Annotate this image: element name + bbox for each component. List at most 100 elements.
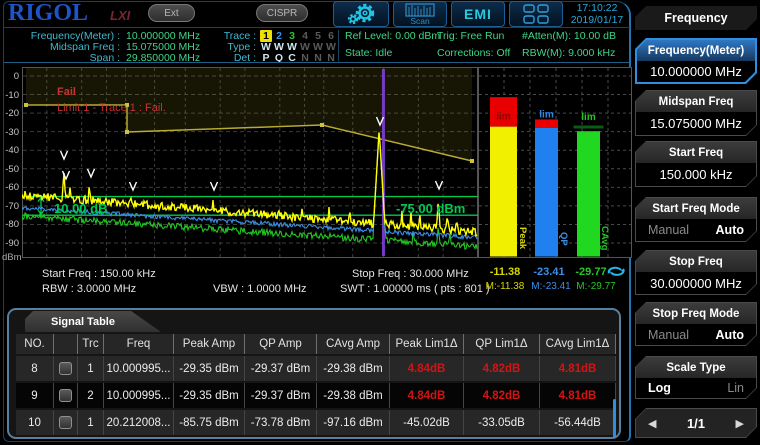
table-cell: 10.000995... (104, 356, 174, 381)
table-header-cell: Peak Amp (174, 334, 245, 354)
emi-analyzer-screen: RIGOL LXI Ext CISPR Scan EMI 17:10:22 20… (0, 0, 760, 445)
table-header-cell (54, 334, 78, 354)
annot-stop-freq: Stop Freq : 30.000 MHz (352, 268, 469, 280)
pager-prev-icon[interactable]: ◀ (648, 417, 656, 430)
menu-stop-freq-mode-label: Stop Freq Mode (636, 303, 756, 324)
menu-midspan-freq[interactable]: Midspan Freq 15.075000 MHz (635, 90, 757, 136)
y-tick-label: -70 (5, 200, 19, 212)
settings-button[interactable] (333, 1, 389, 27)
option-log[interactable]: Log (648, 381, 671, 395)
table-cell-checkbox[interactable] (54, 356, 78, 381)
row-checkbox[interactable] (59, 416, 72, 429)
option-manual[interactable]: Manual (648, 328, 689, 342)
table-cell: -29.35 dBm (174, 383, 245, 408)
table-scrollbar[interactable] (613, 399, 616, 438)
menu-stop-freq-mode[interactable]: Stop Freq Mode Manual Auto (635, 302, 757, 346)
table-header-cell: Trc (78, 334, 104, 354)
y-tick-label: -90 (5, 237, 19, 249)
menu-midspan-freq-label: Midspan Freq (636, 91, 756, 112)
svg-text:lim: lim (539, 109, 554, 120)
option-manual[interactable]: Manual (648, 223, 689, 237)
svg-text:lim: lim (581, 112, 596, 123)
lxi-badge: LXI (110, 8, 131, 23)
menu-title: Frequency (635, 6, 757, 30)
svg-text:Fail: Fail (57, 86, 76, 98)
table-row-9[interactable]: 9 2 10.000995... -29.35 dBm -29.37 dBm -29.38… (16, 383, 616, 408)
table-cell-checkbox[interactable] (54, 410, 78, 435)
row-checkbox[interactable] (59, 389, 72, 402)
table-cell: 4.84dB (390, 383, 464, 408)
option-lin[interactable]: Lin (727, 381, 744, 395)
signal-table-tab[interactable]: Signal Table (25, 311, 161, 332)
menu-start-freq-value: 150.000 kHz (659, 167, 733, 182)
clock-date: 2019/01/17 (570, 14, 624, 26)
emi-mode-button[interactable]: EMI (451, 1, 505, 27)
menu-start-freq-mode[interactable]: Start Freq Mode Manual Auto (635, 197, 757, 242)
pager-next-icon[interactable]: ▶ (736, 417, 744, 430)
cispr-button[interactable]: CISPR (256, 4, 308, 22)
window-layout-icon (523, 4, 549, 24)
window-layout-button[interactable] (509, 1, 563, 27)
table-cell: -29.35 dBm (174, 356, 245, 381)
scan-button[interactable]: Scan (393, 1, 447, 27)
table-cell: 1 (78, 356, 104, 381)
table-cell: -45.02dB (390, 410, 464, 435)
annot-start-freq: Start Freq : 150.00 kHz (42, 268, 156, 280)
table-cell-checkbox[interactable] (54, 383, 78, 408)
menu-frequency-meter-value: 10.000000 MHz (650, 64, 742, 79)
y-tick-label: 0 (13, 71, 19, 82)
table-header-cell: Peak Lim1Δ (390, 334, 464, 354)
option-auto[interactable]: Auto (716, 223, 744, 237)
menu-start-freq-mode-options: Manual Auto (636, 219, 756, 241)
status-text: Trig: Free Run (437, 30, 505, 42)
table-header-cell: Freq (104, 334, 174, 354)
menu-stop-freq[interactable]: Stop Freq 30.000000 MHz (635, 250, 757, 295)
menu-start-freq-mode-label: Start Freq Mode (636, 198, 756, 219)
table-cell: 10 (16, 410, 54, 435)
option-auto[interactable]: Auto (716, 328, 744, 342)
menu-stop-freq-mode-options: Manual Auto (636, 324, 756, 345)
menu-frequency-meter[interactable]: Frequency(Meter) 10.000000 MHz (635, 38, 757, 84)
table-header-cell: NO. (16, 334, 54, 354)
table-cell: -56.44dB (540, 410, 616, 435)
clock: 17:10:22 2019/01/17 (566, 2, 628, 26)
rigol-logo: RIGOL (8, 0, 89, 26)
spectrum-plot: Fail Limit 1 - Trace 1 : Fail. 10.00 dB -75… (22, 67, 478, 258)
table-cell: -73.78 dBm (245, 410, 317, 435)
clock-time: 17:10:22 (576, 2, 618, 14)
table-row-8[interactable]: 8 1 10.000995... -29.35 dBm -29.37 dBm -29.38… (16, 356, 616, 381)
svg-text:Limit 1 - Trace 1 : Fail.: Limit 1 - Trace 1 : Fail. (57, 102, 166, 114)
status-text: RBW(M): 9.000 kHz (522, 47, 616, 59)
infobar-divider-bottom (4, 62, 630, 63)
menu-stop-freq-label: Stop Freq (636, 251, 756, 272)
meter-bar-name: CAvg (599, 226, 610, 251)
row-checkbox[interactable] (59, 362, 72, 375)
y-tick-label: -30 (5, 126, 19, 138)
menu-scale-type[interactable]: Scale Type Log Lin (635, 356, 757, 399)
meter-value: -11.38 (489, 266, 521, 278)
table-cell: -29.37 dBm (245, 383, 317, 408)
table-cell: 1 (78, 410, 104, 435)
menu-start-freq[interactable]: Start Freq 150.000 kHz (635, 141, 757, 187)
table-cell: -85.75 dBm (174, 410, 245, 435)
table-cell: -29.37 dBm (245, 356, 317, 381)
table-row-10[interactable]: 10 1 20.212008... -85.75 dBm -73.78 dBm -97.1… (16, 410, 616, 435)
y-axis-unit: dBm (2, 252, 22, 263)
menu-frequency-meter-label: Frequency(Meter) (637, 40, 755, 61)
y-tick-label: -60 (5, 182, 19, 194)
table-cell: -29.38 dBm (317, 383, 390, 408)
status-text: State: Idle (345, 47, 393, 59)
settings-gear-icon (347, 3, 375, 25)
menu-midspan-freq-value: 15.075000 MHz (650, 116, 742, 131)
refresh-loop-icon[interactable] (606, 264, 626, 283)
pager-label: 1/1 (686, 415, 706, 431)
ext-button[interactable]: Ext (148, 4, 195, 22)
status-text: Corrections: Off (437, 47, 511, 59)
table-cell: 4.82dB (464, 356, 540, 381)
table-cell: -29.38 dBm (317, 356, 390, 381)
svg-text:-75.00 dBm: -75.00 dBm (396, 201, 465, 216)
menu-start-freq-label: Start Freq (636, 142, 756, 163)
table-cell: 9 (16, 383, 54, 408)
y-tick-label: -10 (5, 89, 19, 101)
table-header-cell: CAvg Amp (317, 334, 390, 354)
